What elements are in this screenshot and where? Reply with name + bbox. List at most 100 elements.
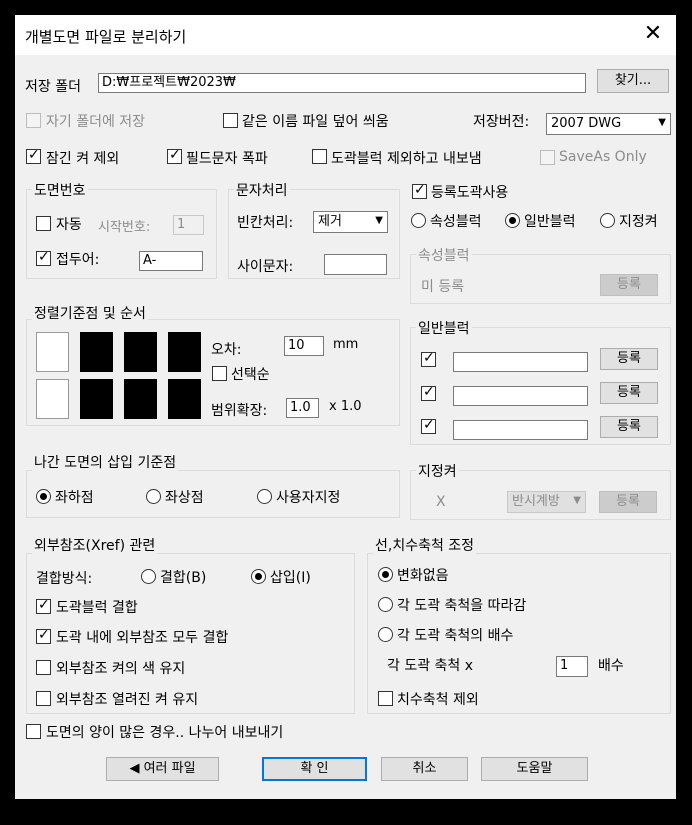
direction-select[interactable]: 반시계방 ▼ xyxy=(507,491,586,513)
start-number-input[interactable]: 1 xyxy=(173,215,204,235)
prefix-label: 접두어: xyxy=(56,252,100,268)
field-text-checkbox[interactable]: ✓ xyxy=(167,147,182,164)
error-unit: mm xyxy=(333,337,359,352)
locked-layers-label: 잠긴 켜 제외 xyxy=(46,151,120,167)
check-icon: ✓ xyxy=(38,249,50,265)
general-block-radio[interactable] xyxy=(505,213,520,228)
general-block-3-input[interactable] xyxy=(453,420,588,440)
multiplier-unit: 배수 xyxy=(598,658,624,674)
field-text-label: 필드문자 폭파 xyxy=(186,151,268,167)
xref-title: 외부참조(Xref) 관련 xyxy=(32,535,158,555)
user-defined-radio[interactable] xyxy=(257,489,272,504)
close-icon[interactable]: ✕ xyxy=(638,19,668,49)
exclude-dim-label: 치수축척 제외 xyxy=(397,692,479,708)
browse-button[interactable]: 찾기... xyxy=(597,69,669,93)
general-block-3-register-button[interactable]: 등록 xyxy=(600,416,658,438)
general-block-1-checkbox[interactable]: ✓ xyxy=(421,350,436,367)
register-block-label: 등록도곽사용 xyxy=(431,185,509,201)
block-bind-checkbox[interactable]: ✓ xyxy=(36,597,51,614)
follow-scale-label: 각 도곽 축척을 따라감 xyxy=(397,598,527,614)
locked-layers-checkbox[interactable]: ✓ xyxy=(26,147,41,164)
own-folder-checkbox[interactable] xyxy=(26,113,41,128)
bottom-left-radio[interactable] xyxy=(36,489,51,504)
export-except-block-checkbox[interactable] xyxy=(312,149,327,164)
insertion-point-title: 나간 도면의 삽입 기준점 xyxy=(32,452,179,472)
align-box-top-4[interactable] xyxy=(168,332,201,372)
insert-radio[interactable] xyxy=(251,569,266,584)
general-block-2-input[interactable] xyxy=(453,386,588,406)
layer-radio[interactable] xyxy=(600,213,615,228)
export-except-block-label: 도곽블럭 제외하고 내보냄 xyxy=(331,151,482,167)
general-block-1-input[interactable] xyxy=(453,352,588,372)
cancel-button[interactable]: 취소 xyxy=(381,757,468,781)
own-folder-label: 자기 폴더에 저장 xyxy=(46,114,146,130)
bind-all-checkbox[interactable]: ✓ xyxy=(36,627,51,644)
keep-color-label: 외부참조 켜의 색 유지 xyxy=(56,661,186,677)
chevron-down-icon: ▼ xyxy=(375,215,383,226)
saveas-only-label: SaveAs Only xyxy=(559,149,647,165)
error-label: 오차: xyxy=(211,342,242,358)
overwrite-checkbox[interactable] xyxy=(223,113,238,128)
general-block-1-register-button[interactable]: 등록 xyxy=(600,348,658,370)
attr-block-status: 미 등록 xyxy=(421,279,465,295)
multiple-files-button[interactable]: ◀ 여러 파일 xyxy=(106,757,219,781)
layer-register-button[interactable]: 등록 xyxy=(599,491,657,513)
general-block-2-checkbox[interactable]: ✓ xyxy=(421,384,436,401)
bind-radio-label: 결합(B) xyxy=(160,570,207,586)
save-folder-input[interactable]: D:₩프로젝트₩2023₩ xyxy=(98,73,586,93)
saveas-only-checkbox[interactable] xyxy=(540,150,555,165)
error-input[interactable]: 10 xyxy=(284,336,324,356)
general-block-3-checkbox[interactable]: ✓ xyxy=(421,417,436,434)
align-box-top-2[interactable] xyxy=(80,332,113,372)
follow-scale-radio[interactable] xyxy=(378,597,393,612)
version-select[interactable]: 2007 DWG ▼ xyxy=(546,113,671,135)
align-box-top-3[interactable] xyxy=(124,332,157,372)
range-input[interactable]: 1.0 xyxy=(286,398,319,418)
no-change-label: 변화없음 xyxy=(397,568,449,584)
version-label: 저장버전: xyxy=(473,114,530,130)
drawing-number-title: 도면번호 xyxy=(32,180,88,200)
no-change-radio[interactable] xyxy=(378,567,393,582)
attr-block-radio[interactable] xyxy=(411,213,426,228)
keep-open-checkbox[interactable] xyxy=(36,691,51,706)
each-scale-label: 각 도곽 축척 x xyxy=(387,658,474,674)
select-order-checkbox[interactable] xyxy=(212,366,227,381)
radio-dot xyxy=(382,571,389,578)
keep-color-checkbox[interactable] xyxy=(36,660,51,675)
general-block-radio-label: 일반블럭 xyxy=(524,214,576,230)
ok-button[interactable]: 확 인 xyxy=(262,757,367,781)
top-left-label: 좌상점 xyxy=(165,490,204,506)
attr-block-register-button[interactable]: 등록 xyxy=(600,274,658,296)
split-drawings-dialog: 개별도면 파일로 분리하기 ✕ 저장 폴더 D:₩프로젝트₩2023₩ 찾기..… xyxy=(15,15,676,799)
title-bar: 개별도면 파일로 분리하기 ✕ xyxy=(15,15,676,55)
auto-number-checkbox[interactable] xyxy=(36,216,51,231)
prefix-input[interactable]: A- xyxy=(139,251,203,271)
general-block-group-title: 일반블럭 xyxy=(416,318,472,338)
align-box-bottom-4[interactable] xyxy=(168,379,201,419)
bind-radio[interactable] xyxy=(141,569,156,584)
align-box-bottom-3[interactable] xyxy=(124,379,157,419)
prefix-checkbox[interactable]: ✓ xyxy=(36,249,51,266)
separator-input[interactable] xyxy=(324,254,387,275)
align-box-bottom-2[interactable] xyxy=(80,379,113,419)
multiplier-input[interactable]: 1 xyxy=(556,656,588,677)
blank-handling-label: 빈칸처리: xyxy=(237,215,294,231)
check-icon: ✓ xyxy=(28,147,40,163)
insert-radio-label: 삽입(I) xyxy=(270,570,311,586)
overwrite-label: 같은 이름 파일 덮어 씌움 xyxy=(242,114,389,130)
align-box-bottom-1[interactable] xyxy=(36,379,69,419)
range-suffix: x 1.0 xyxy=(329,399,362,414)
top-left-radio[interactable] xyxy=(146,489,161,504)
align-box-top-1[interactable] xyxy=(36,332,69,372)
auto-number-label: 자동 xyxy=(56,217,82,233)
bind-all-label: 도곽 내에 외부참조 모두 결합 xyxy=(56,630,229,646)
exclude-dim-checkbox[interactable] xyxy=(378,691,393,706)
blank-handling-value: 제거 xyxy=(318,214,342,229)
blank-handling-select[interactable]: 제거 ▼ xyxy=(313,211,388,233)
register-block-checkbox[interactable]: ✓ xyxy=(412,182,427,199)
split-export-checkbox[interactable] xyxy=(26,724,41,739)
general-block-2-register-button[interactable]: 등록 xyxy=(600,382,658,404)
multiple-scale-radio[interactable] xyxy=(378,627,393,642)
layer-radio-label: 지정켜 xyxy=(619,214,658,230)
help-button[interactable]: 도움말 xyxy=(481,757,588,781)
